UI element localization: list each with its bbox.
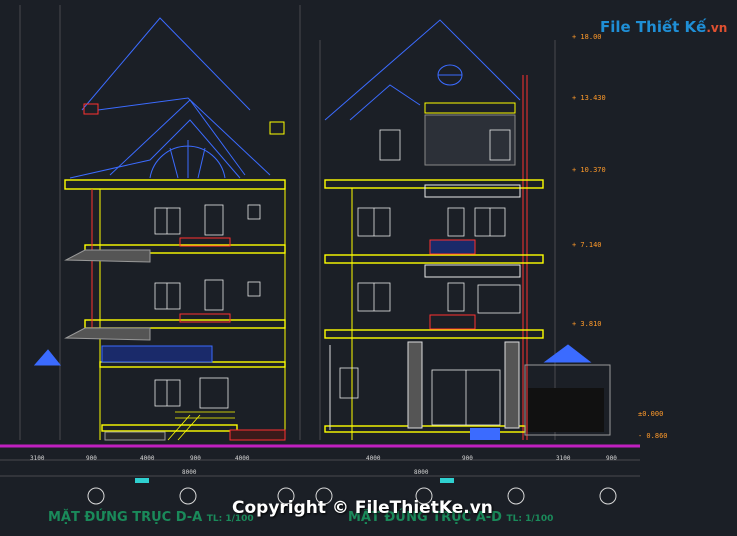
logo-domain: .vn	[706, 21, 728, 35]
dimension-label: 3100	[556, 455, 571, 462]
elevation-label: + 3.810	[572, 320, 602, 328]
dimension-label: 4000	[235, 455, 250, 462]
filethietke-logo: File Thiết Kế.vn	[600, 16, 727, 42]
right-elevation	[319, 19, 611, 440]
elevation-label: ±0.000	[638, 410, 664, 418]
logo-brand: File Thiết Kế	[600, 18, 707, 36]
dimension-label: 900	[86, 455, 97, 462]
title-left-text: MẶT ĐỨNG TRỤC D-A	[48, 510, 203, 525]
dimension-label: 900	[606, 455, 617, 462]
elevation-label: - 0.860	[638, 432, 668, 440]
dimension-label: 4000	[140, 455, 155, 462]
elevation-label: + 18.00	[572, 33, 602, 41]
dimension-label: 4000	[366, 455, 381, 462]
elevation-label: + 10.370	[572, 166, 606, 174]
dimension-total: 8000	[182, 469, 197, 476]
copyright-watermark: Copyright © FileThietKe.vn	[232, 498, 493, 518]
dimension-total: 8000	[414, 469, 429, 476]
left-elevation	[19, 5, 301, 441]
title-right-scale: TL: 1/100	[506, 514, 554, 524]
elevation-label: + 13.430	[572, 94, 606, 102]
drawing-title-left: MẶT ĐỨNG TRỤC D-A TL: 1/100	[48, 510, 254, 525]
elevation-label: + 7.140	[572, 241, 602, 249]
dimension-label: 900	[190, 455, 201, 462]
dimension-label: 900	[462, 455, 473, 462]
dimension-label: 3100	[30, 455, 45, 462]
